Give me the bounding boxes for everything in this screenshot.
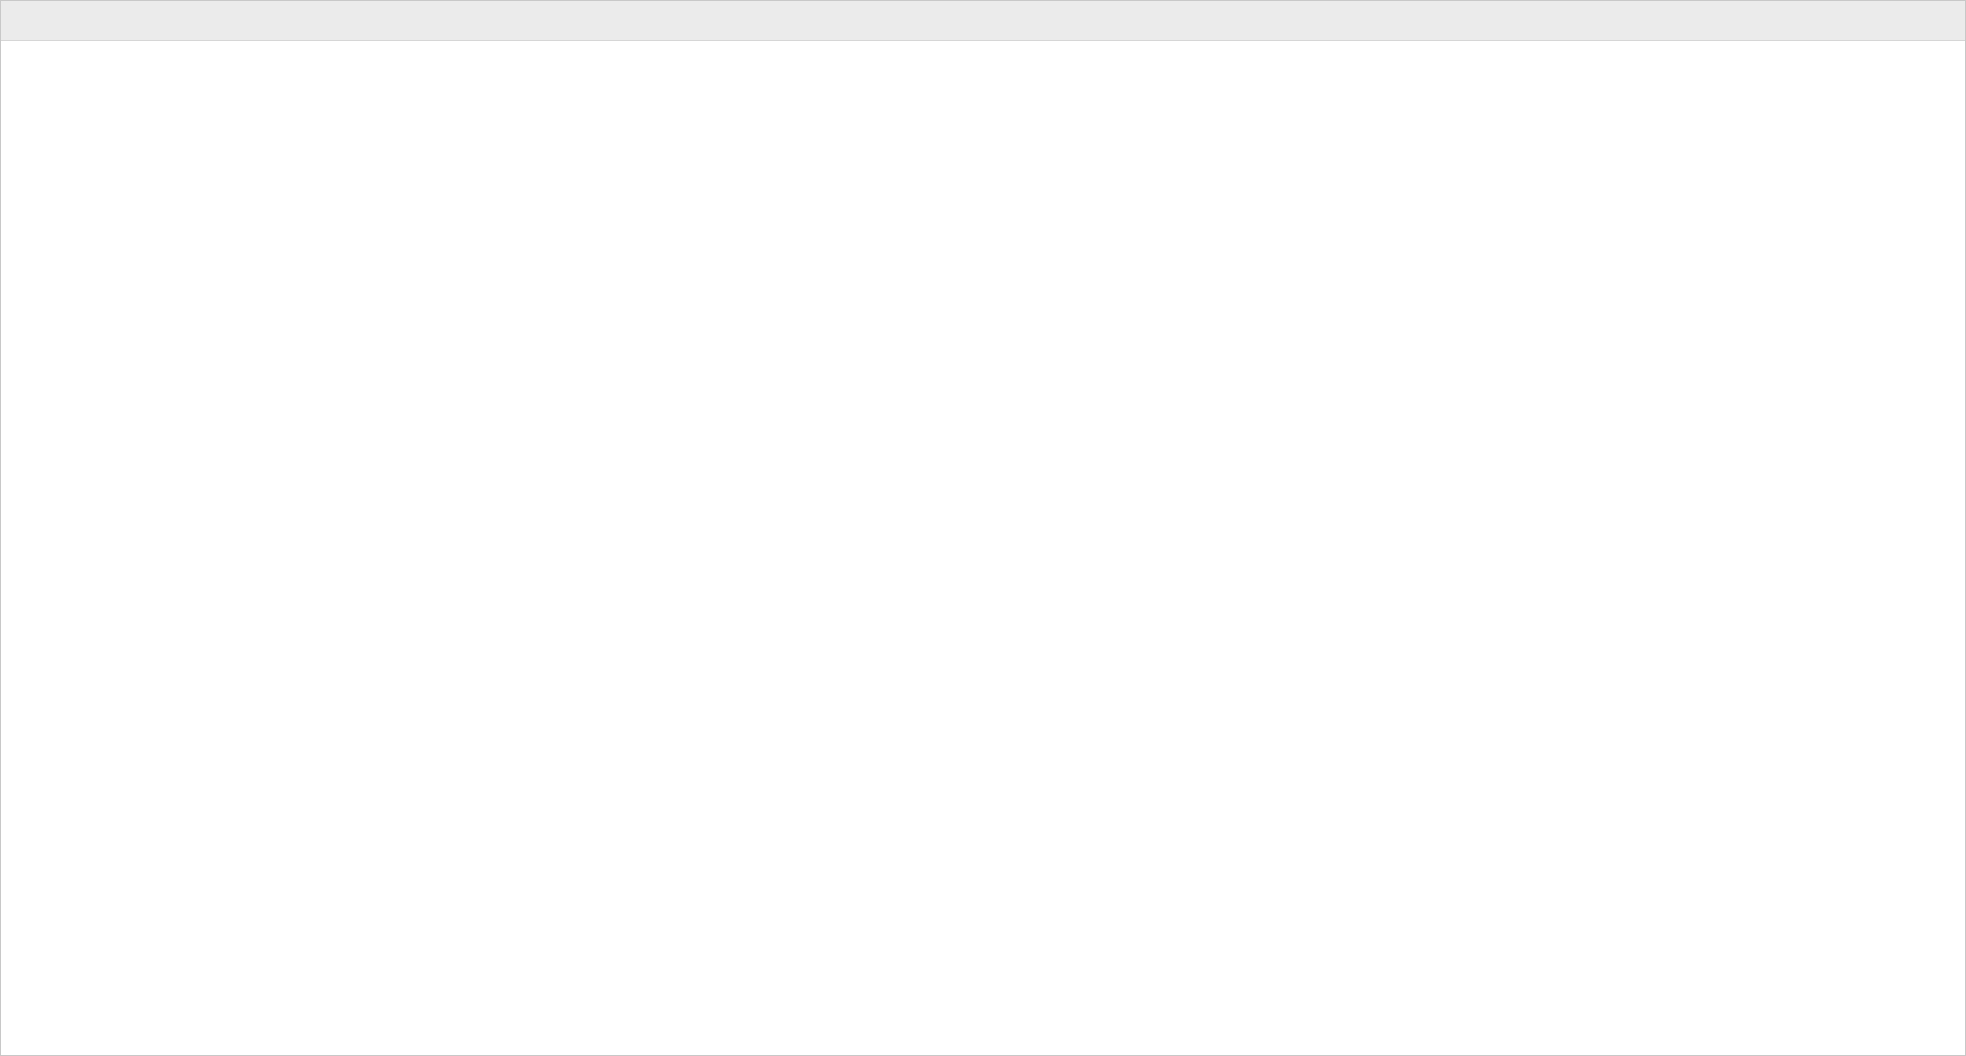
application-window: [0, 0, 1966, 1056]
main-content-area: [1, 41, 1965, 1055]
window-titlebar: [1, 1, 1965, 41]
